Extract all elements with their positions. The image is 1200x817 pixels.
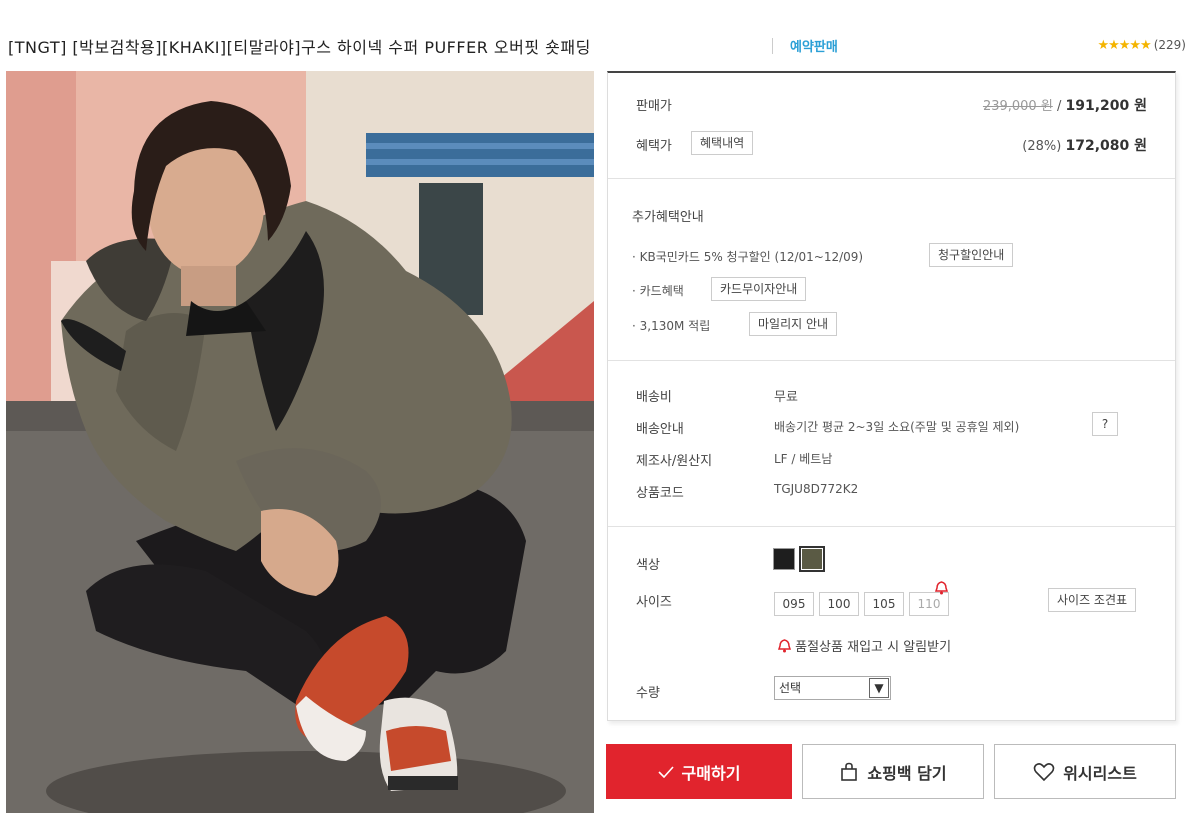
shopping-bag-icon (841, 762, 858, 781)
shipping-fee-value: 무료 (774, 390, 798, 405)
size-label: 사이즈 (636, 595, 672, 610)
benefit-price: (28%) 172,080 원 (1022, 135, 1147, 155)
product-title: [TNGT] [박보검착용][KHAKI][티말라야]구스 하이넥 수퍼 PUF… (8, 38, 591, 57)
shipping-help-button[interactable]: ? (1092, 412, 1118, 436)
original-price: 239,000 원 (982, 99, 1053, 114)
buy-now-button[interactable]: 구매하기 (606, 744, 792, 799)
wishlist-label: 위시리스트 (1063, 763, 1137, 783)
maker-origin-label: 제조사/원산지 (636, 454, 713, 469)
product-title-bar: [TNGT] [박보검착용][KHAKI][티말라야]구스 하이넥 수퍼 PUF… (8, 30, 1192, 62)
product-code-label: 상품코드 (636, 486, 684, 501)
card-installment-button[interactable]: 카드무이자안내 (711, 277, 807, 301)
product-photo[interactable] (6, 71, 594, 813)
restock-alert-text: 품절상품 재입고 시 알림받기 (795, 640, 952, 655)
restock-alert-link[interactable]: 품절상품 재입고 시 알림받기 (777, 636, 952, 655)
check-icon (657, 765, 674, 778)
size-option-100[interactable]: 100 (819, 592, 859, 616)
benefit-detail-button[interactable]: 혜택내역 (691, 131, 754, 155)
product-rating[interactable]: ★★★★★ (229) (1097, 38, 1186, 53)
title-divider (772, 38, 773, 54)
add-to-bag-button[interactable]: 쇼핑백 담기 (802, 744, 984, 799)
color-swatch-khaki[interactable] (799, 546, 825, 572)
buy-now-label: 구매하기 (681, 763, 741, 783)
price-section: 판매가 239,000 원 / 191,200 원 혜택가 혜택내역 (28%)… (608, 73, 1175, 179)
alert-bell-icon (777, 639, 792, 653)
sale-price: 239,000 원 / 191,200 원 (983, 95, 1147, 115)
shipping-section: 배송비 무료 배송안내 배송기간 평균 2~3일 소요(주말 및 공휴일 제외)… (608, 360, 1175, 527)
shipping-info-label: 배송안내 (636, 422, 684, 437)
add-to-bag-label: 쇼핑백 담기 (867, 763, 947, 783)
benefit-item-mileage: · 3,130M 적립 (632, 319, 711, 333)
heart-icon (1033, 762, 1055, 781)
size-option-110[interactable]: 110 (909, 592, 949, 616)
preorder-badge: 예약판매 (790, 40, 838, 55)
benefit-price-label: 혜택가 (636, 139, 672, 154)
product-code-value: TGJU8D772K2 (774, 482, 859, 496)
color-swatch-black[interactable] (773, 548, 795, 570)
color-label: 색상 (636, 558, 660, 573)
product-photo-image (6, 71, 594, 813)
wishlist-button[interactable]: 위시리스트 (994, 744, 1176, 799)
options-section: 색상 사이즈 095 100 105 110 사이즈 조견표 품절상품 재입고 … (608, 526, 1175, 721)
current-price: 191,200 원 (1065, 98, 1147, 114)
sale-price-label: 판매가 (636, 99, 672, 114)
chevron-down-icon[interactable]: ▼ (869, 678, 889, 698)
shipping-fee-label: 배송비 (636, 390, 672, 405)
price-separator: / (1056, 99, 1062, 114)
discount-rate: (28%) (1022, 139, 1062, 154)
quantity-select-value: 선택 (779, 681, 802, 695)
benefits-heading: 추가혜택안내 (632, 210, 704, 225)
product-info-panel: 판매가 239,000 원 / 191,200 원 혜택가 혜택내역 (28%)… (607, 71, 1176, 721)
benefit-price-value: 172,080 원 (1065, 138, 1147, 154)
additional-benefits-section: 추가혜택안내 · KB국민카드 5% 청구할인 (12/01~12/09) 청구… (608, 178, 1175, 361)
size-option-105[interactable]: 105 (864, 592, 904, 616)
restock-bell-icon (935, 581, 948, 595)
rating-stars-icon: ★★★★★ (1097, 38, 1151, 53)
quantity-select[interactable]: 선택 ▼ (774, 676, 891, 700)
maker-origin-value: LF / 베트남 (774, 452, 833, 466)
mileage-info-button[interactable]: 마일리지 안내 (749, 312, 838, 336)
shipping-info-value: 배송기간 평균 2~3일 소요(주말 및 공휴일 제외) (774, 420, 1020, 434)
benefit-item-kb-card: · KB국민카드 5% 청구할인 (12/01~12/09) (632, 250, 864, 264)
size-chart-button[interactable]: 사이즈 조견표 (1048, 588, 1137, 612)
billing-discount-button[interactable]: 청구할인안내 (929, 243, 1014, 267)
review-count[interactable]: (229) (1154, 38, 1186, 52)
benefit-item-card: · 카드혜택 (632, 284, 684, 298)
size-option-095[interactable]: 095 (774, 592, 814, 616)
quantity-label: 수량 (636, 686, 660, 701)
